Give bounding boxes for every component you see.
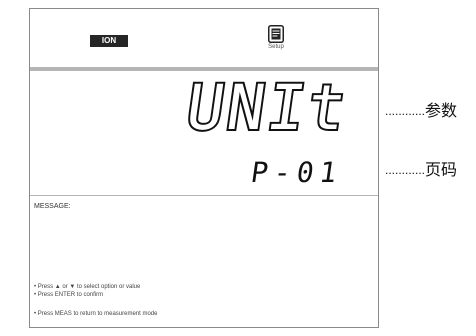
annotation-page-label: 页码 [425, 162, 458, 179]
hint-confirm: • Press ENTER to confirm [34, 292, 104, 298]
mode-badge: ION [90, 35, 128, 47]
annotation-page: ............页码 [385, 156, 457, 180]
parameter-display-fill: UNIt [181, 71, 354, 144]
document-icon [268, 25, 284, 43]
leader-dots: ............ [385, 163, 426, 177]
setup-label: Setup [268, 44, 284, 50]
message-divider [30, 195, 378, 196]
hint-return: • Press MEAS to return to measurement mo… [34, 311, 158, 317]
page-number-display: P-01 [248, 156, 345, 189]
status-bar: ION Setup [30, 9, 378, 67]
device-screen: ION Setup UNIt UNIt P-01 MESSAGE: • Pres… [29, 8, 379, 328]
message-title: MESSAGE: [34, 203, 71, 210]
annotation-parameter-label: 参数 [425, 103, 458, 120]
setup-indicator: Setup [256, 25, 296, 50]
annotation-parameter: ............参数 [385, 97, 457, 121]
leader-dots: ............ [385, 104, 426, 118]
hint-select: • Press ▲ or ▼ to select option or value [34, 284, 141, 290]
